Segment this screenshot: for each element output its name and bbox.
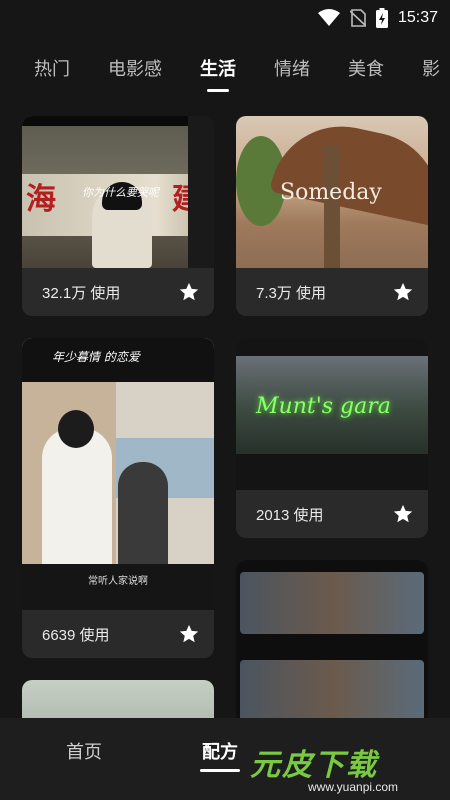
template-thumbnail[interactable]: 年少暮情 的恋爱 常听人家说啊 [22, 338, 214, 610]
status-bar: 15:37 [0, 0, 450, 36]
watermark-logo: 元皮下载 www.yuanpi.com [250, 748, 399, 794]
nav-recipe[interactable]: 配方 [200, 738, 240, 772]
bottom-nav: 首页 配方 元皮下载 www.yuanpi.com [0, 718, 450, 800]
usage-count: 6639 使用 [42, 626, 110, 644]
template-card[interactable]: 年少暮情 的恋爱 常听人家说啊 6639 使用 [22, 338, 214, 658]
tab-hot[interactable]: 热门 [34, 52, 70, 92]
template-thumbnail[interactable]: Munt's gara [236, 338, 428, 490]
clock: 15:37 [397, 9, 438, 26]
wifi-icon [317, 9, 340, 26]
thumbnail-caption: Munt's gara [256, 394, 391, 419]
tab-cinematic[interactable]: 电影感 [108, 52, 162, 92]
usage-count: 32.1万 使用 [42, 284, 121, 302]
star-icon[interactable] [178, 623, 200, 645]
no-sim-icon [349, 9, 366, 27]
template-thumbnail[interactable]: 海 建 你为什么要哭呢 [22, 116, 214, 268]
star-icon[interactable] [392, 503, 414, 525]
thumbnail-subtitle: 常听人家说啊 [88, 576, 148, 587]
template-card[interactable]: Munt's gara 2013 使用 [236, 338, 428, 538]
tab-film[interactable]: 影 [422, 52, 440, 92]
template-thumbnail[interactable]: Someday [236, 116, 428, 268]
usage-count: 7.3万 使用 [256, 284, 327, 302]
template-card[interactable]: Someday 7.3万 使用 [236, 116, 428, 316]
tab-life[interactable]: 生活 [200, 52, 236, 92]
thumbnail-caption: 你为什么要哭呢 [82, 186, 159, 199]
battery-charging-icon [375, 8, 388, 28]
star-icon[interactable] [178, 281, 200, 303]
usage-count: 2013 使用 [256, 506, 324, 524]
tab-emotion[interactable]: 情绪 [274, 52, 310, 92]
star-icon[interactable] [392, 281, 414, 303]
template-card[interactable]: 海 建 你为什么要哭呢 32.1万 使用 [22, 116, 214, 316]
thumbnail-caption: 年少暮情 的恋爱 [52, 350, 140, 364]
nav-home[interactable]: 首页 [66, 738, 102, 764]
category-tabs: 热门 电影感 生活 情绪 美食 影 [0, 52, 450, 96]
thumbnail-caption: Someday [280, 180, 382, 205]
tab-food[interactable]: 美食 [348, 52, 384, 92]
